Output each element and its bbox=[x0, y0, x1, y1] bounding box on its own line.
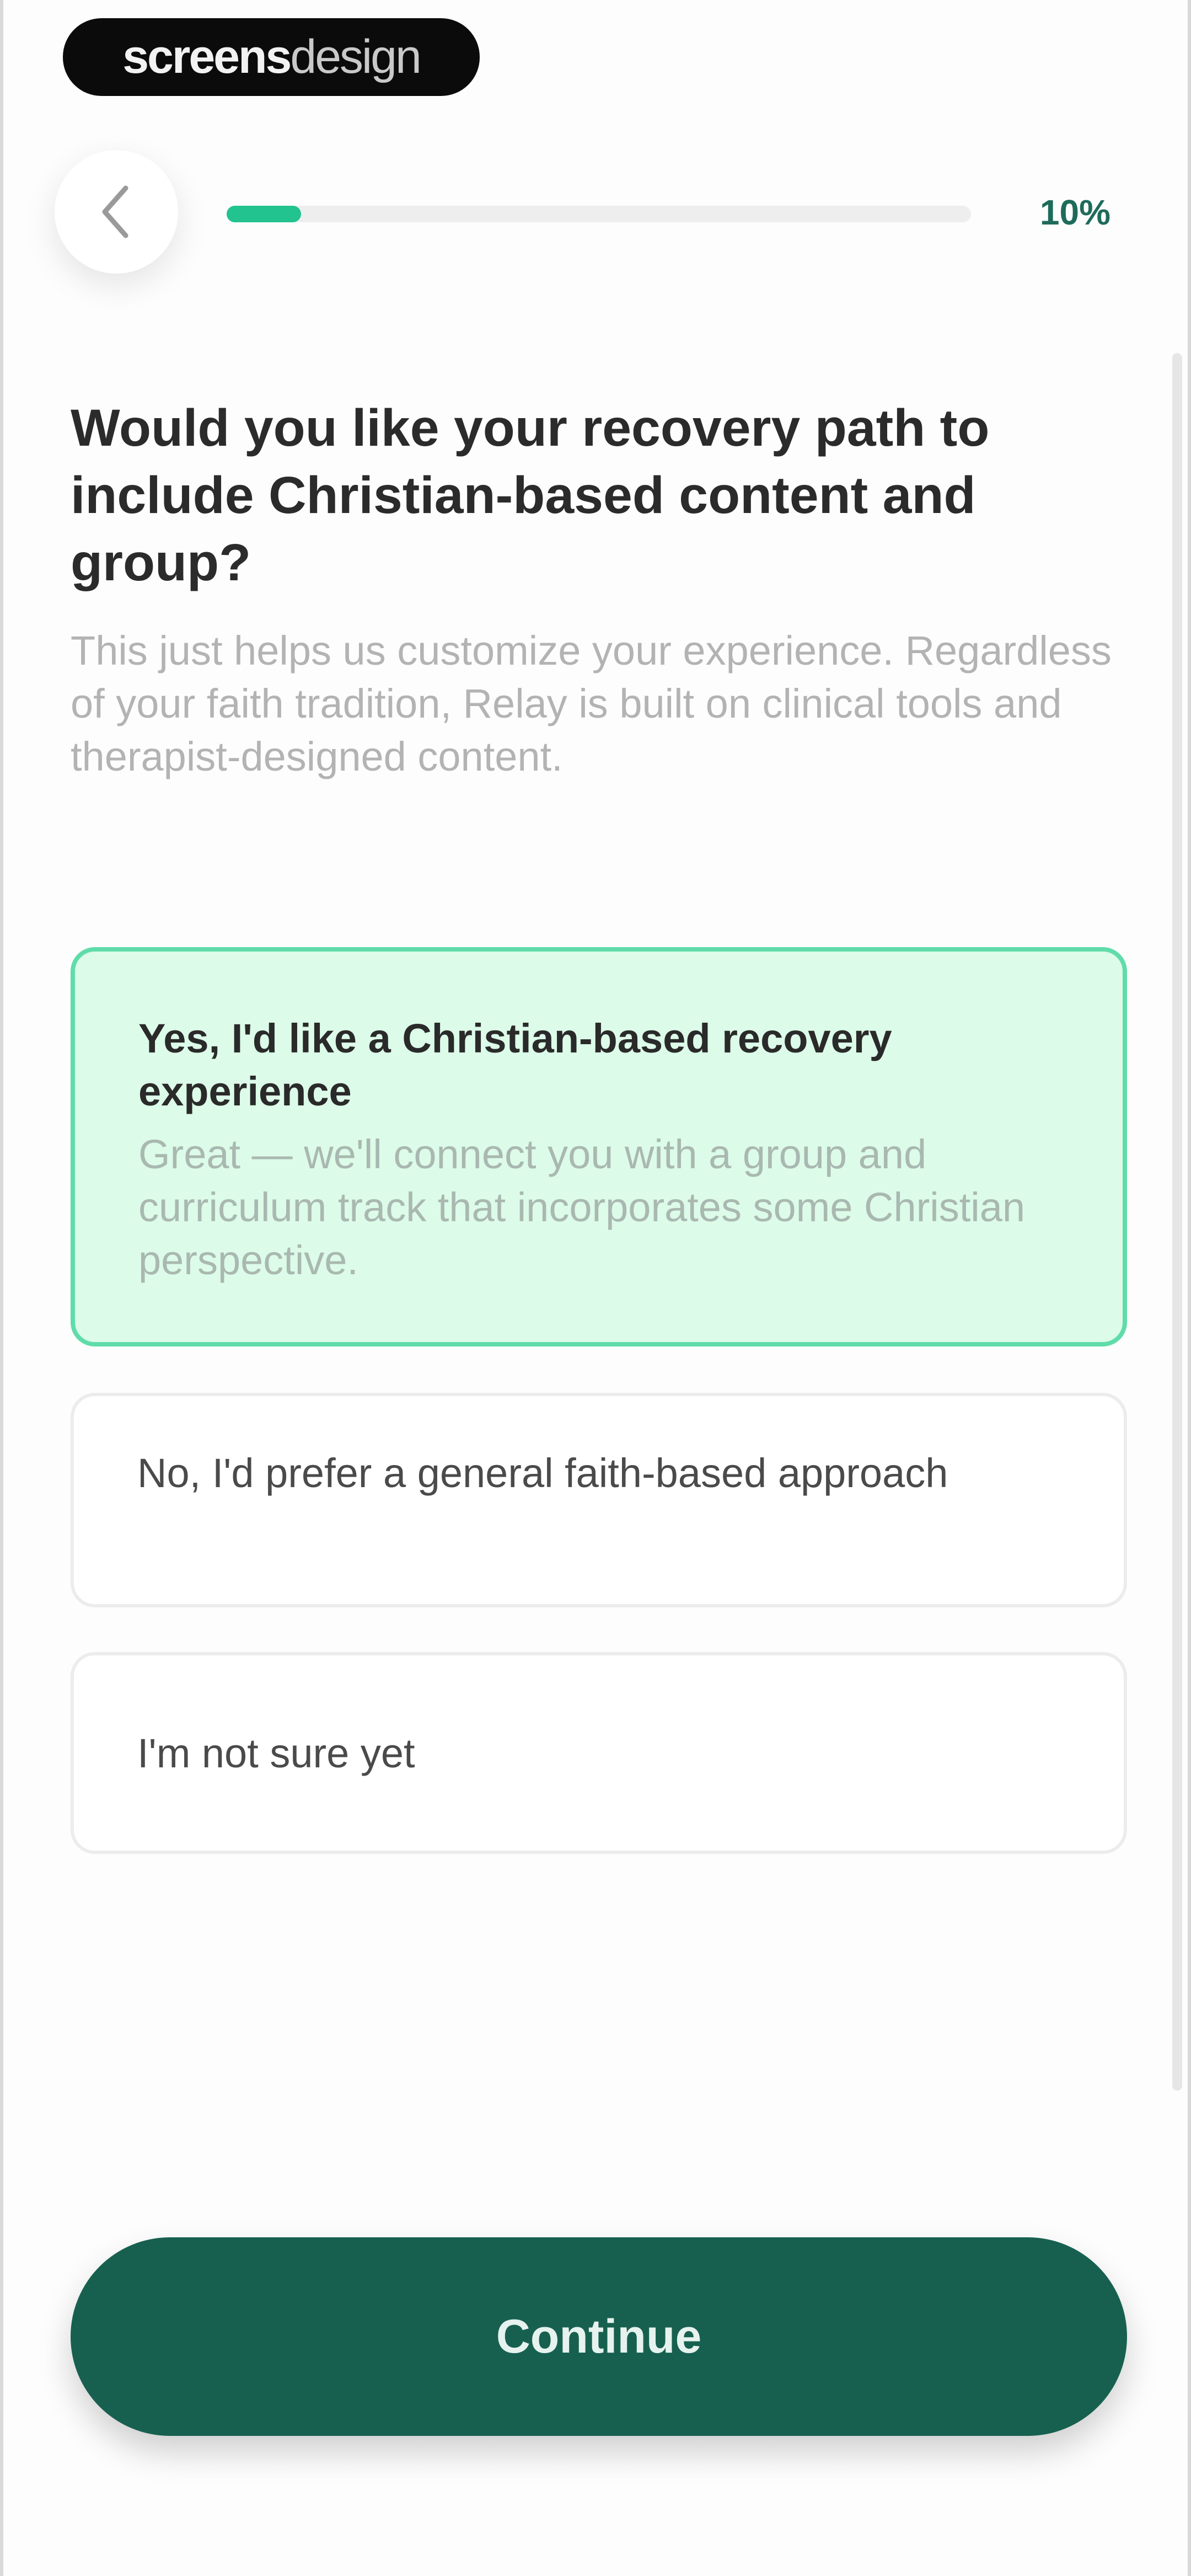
option-no-general[interactable]: No, I'd prefer a general faith-based app… bbox=[71, 1393, 1127, 1607]
progress-fill bbox=[227, 206, 301, 222]
progress-percentage: 10% bbox=[1039, 193, 1110, 232]
onboarding-screen: screens design 10% Would you like your re… bbox=[0, 0, 1191, 2576]
chevron-left-icon bbox=[102, 185, 128, 238]
watermark-light: design bbox=[290, 30, 421, 83]
watermark-bold: screens bbox=[122, 30, 292, 83]
question-title: Would you like your recovery path to inc… bbox=[71, 399, 990, 592]
option-label: I'm not sure yet bbox=[137, 1730, 415, 1776]
option-description: Great — we'll connect you with a group a… bbox=[138, 1131, 1026, 1283]
option-label: No, I'd prefer a general faith-based app… bbox=[137, 1450, 948, 1496]
continue-button[interactable]: Continue bbox=[71, 2237, 1127, 2436]
option-not-sure[interactable]: I'm not sure yet bbox=[71, 1652, 1127, 1854]
progress-bar bbox=[227, 206, 971, 222]
back-button[interactable] bbox=[55, 150, 178, 274]
option-label: Yes, I'd like a Christian-based recovery… bbox=[138, 1016, 892, 1114]
option-yes-christian[interactable]: Yes, I'd like a Christian-based recovery… bbox=[71, 947, 1127, 1346]
screensdesign-watermark: screens design bbox=[63, 18, 480, 96]
question-subtitle: This just helps us customize your experi… bbox=[71, 628, 1112, 779]
scrollbar[interactable] bbox=[1172, 353, 1182, 2091]
